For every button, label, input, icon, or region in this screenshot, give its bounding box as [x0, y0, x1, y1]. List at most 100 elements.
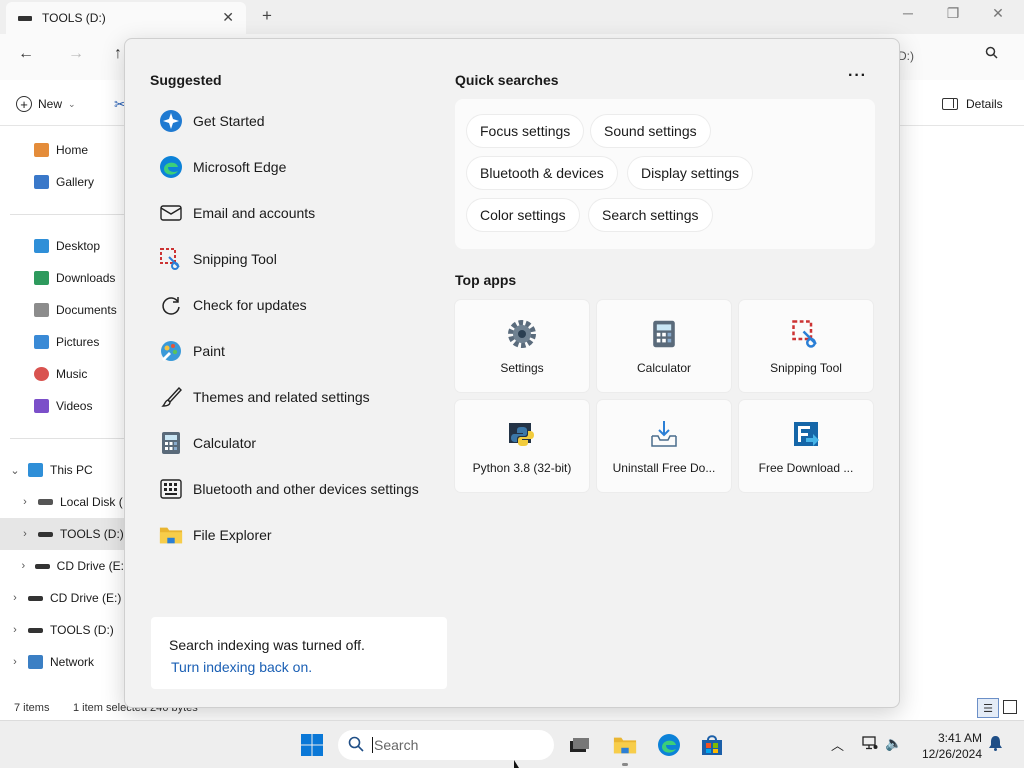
- sidebar-item-music[interactable]: Music: [0, 358, 124, 390]
- sidebar-item-videos[interactable]: Videos: [0, 390, 124, 422]
- suggestion-microsoft-edge[interactable]: Microsoft Edge: [159, 149, 445, 185]
- chevron-down-icon[interactable]: ⌄: [8, 464, 22, 477]
- close-tab-icon[interactable]: ✕: [222, 9, 234, 26]
- top-app-settings[interactable]: Settings: [455, 300, 589, 392]
- keyboard-icon: [159, 477, 183, 501]
- suggestion-themes[interactable]: Themes and related settings: [159, 379, 445, 415]
- python-icon: [506, 418, 538, 450]
- network-status-icon[interactable]: [862, 736, 878, 753]
- file-explorer-taskbar-icon[interactable]: [613, 733, 637, 757]
- suggestion-label: Bluetooth and other devices settings: [193, 481, 419, 497]
- edge-taskbar-icon[interactable]: [657, 733, 681, 757]
- forward-button[interactable]: →: [68, 45, 84, 63]
- quick-search-display-settings[interactable]: Display settings: [628, 157, 753, 189]
- close-window-button[interactable]: ✕: [978, 5, 1018, 22]
- sidebar-item-this-pc[interactable]: ⌄ This PC: [0, 454, 124, 486]
- mail-icon: [159, 201, 183, 225]
- calculator-icon: [159, 431, 183, 455]
- new-tab-button[interactable]: +: [262, 6, 272, 26]
- windows-start-icon[interactable]: [300, 733, 324, 757]
- up-button[interactable]: ↑: [114, 45, 122, 63]
- sidebar-item-home[interactable]: Home: [0, 134, 124, 166]
- videos-icon: [34, 399, 49, 413]
- sidebar-item-pictures[interactable]: Pictures: [0, 326, 124, 358]
- sidebar-item-tools-drive[interactable]: › TOOLS (D:): [0, 518, 124, 550]
- item-count: 7 items: [14, 702, 50, 714]
- suggestion-get-started[interactable]: Get Started: [159, 103, 445, 139]
- sidebar-item-label: Network: [50, 655, 95, 669]
- top-app-label: Settings: [500, 361, 544, 375]
- top-app-uninstall-free-download[interactable]: Uninstall Free Do...: [597, 400, 731, 492]
- suggestion-bluetooth-devices[interactable]: Bluetooth and other devices settings: [159, 471, 459, 507]
- top-apps-heading: Top apps: [455, 272, 517, 288]
- sidebar-item-local-disk[interactable]: › Local Disk (: [0, 486, 124, 518]
- pictures-icon: [34, 335, 49, 349]
- top-app-calculator[interactable]: Calculator: [597, 300, 731, 392]
- suggestion-snipping-tool[interactable]: Snipping Tool: [159, 241, 445, 277]
- top-app-python[interactable]: Python 3.8 (32-bit): [455, 400, 589, 492]
- details-view-button[interactable]: ☰: [977, 698, 999, 718]
- gallery-icon: [34, 175, 49, 189]
- chevron-right-icon[interactable]: ›: [8, 624, 22, 636]
- sidebar-item-desktop[interactable]: Desktop: [0, 230, 124, 262]
- sidebar-item-downloads[interactable]: Downloads: [0, 262, 124, 294]
- chevron-right-icon[interactable]: ›: [18, 560, 29, 572]
- chevron-up-icon[interactable]: ︿: [831, 735, 844, 754]
- suggestion-calculator[interactable]: Calculator: [159, 425, 445, 461]
- search-icon: [348, 736, 364, 755]
- top-app-free-download[interactable]: Free Download ...: [739, 400, 873, 492]
- top-app-label: Free Download ...: [758, 461, 854, 475]
- turn-indexing-on-link[interactable]: Turn indexing back on.: [171, 659, 312, 675]
- title-bar: TOOLS (D:) ✕ + ─ ❐ ✕: [0, 0, 1024, 34]
- maximize-button[interactable]: ❐: [933, 5, 973, 22]
- sidebar-item-tools-drive-root[interactable]: › TOOLS (D:): [0, 614, 124, 646]
- volume-icon[interactable]: 🔈: [885, 735, 902, 752]
- suggestion-check-updates[interactable]: Check for updates: [159, 287, 445, 323]
- details-pane-icon: [942, 98, 958, 110]
- pc-icon: [28, 463, 43, 477]
- notification-bell-icon[interactable]: [988, 735, 1003, 755]
- tiles-view-button[interactable]: [1003, 700, 1017, 714]
- chevron-right-icon[interactable]: ›: [18, 528, 32, 540]
- chevron-right-icon[interactable]: ›: [8, 592, 22, 604]
- suggestion-email-accounts[interactable]: Email and accounts: [159, 195, 445, 231]
- snipping-tool-icon: [790, 318, 822, 350]
- sidebar-item-cd-drive-root[interactable]: › CD Drive (E:): [0, 582, 124, 614]
- taskbar-search-input[interactable]: Search: [338, 730, 554, 760]
- top-app-label: Snipping Tool: [770, 361, 842, 375]
- chevron-right-icon[interactable]: ›: [8, 656, 22, 668]
- sidebar-item-network[interactable]: › Network: [0, 646, 124, 678]
- quick-search-focus-settings[interactable]: Focus settings: [467, 115, 584, 147]
- task-view-icon[interactable]: [567, 733, 591, 757]
- store-taskbar-icon[interactable]: [700, 733, 724, 757]
- mouse-cursor: [514, 760, 519, 768]
- quick-search-search-settings[interactable]: Search settings: [589, 199, 712, 231]
- quick-search-sound-settings[interactable]: Sound settings: [591, 115, 710, 147]
- minimize-button[interactable]: ─: [888, 5, 928, 21]
- back-button[interactable]: ←: [18, 45, 34, 63]
- navigation-pane: Home Gallery Desktop Downloads Documents…: [0, 130, 124, 690]
- search-flyout: Suggested Get Started Microsoft Edge Ema…: [124, 38, 900, 708]
- more-options-button[interactable]: ···: [848, 67, 867, 85]
- details-button[interactable]: Details: [942, 97, 1003, 111]
- drive-icon: [18, 15, 32, 21]
- top-app-snipping-tool[interactable]: Snipping Tool: [739, 300, 873, 392]
- search-icon[interactable]: [985, 46, 998, 62]
- suggestion-paint[interactable]: Paint: [159, 333, 445, 369]
- sidebar-item-cd-drive[interactable]: › CD Drive (E:: [0, 550, 124, 582]
- sidebar-item-gallery[interactable]: Gallery: [0, 166, 124, 198]
- quick-search-color-settings[interactable]: Color settings: [467, 199, 579, 231]
- documents-icon: [34, 303, 49, 317]
- system-clock[interactable]: 3:41 AM 12/26/2024: [912, 730, 982, 762]
- sidebar-item-label: Music: [56, 367, 88, 381]
- quick-search-bluetooth-devices[interactable]: Bluetooth & devices: [467, 157, 617, 189]
- suggestion-file-explorer[interactable]: File Explorer: [159, 517, 445, 553]
- tab-tools-drive[interactable]: TOOLS (D:) ✕: [6, 2, 246, 34]
- sidebar-item-label: TOOLS (D:): [50, 623, 114, 637]
- address-bar-text[interactable]: D:): [898, 49, 914, 63]
- chevron-right-icon[interactable]: ›: [18, 496, 32, 508]
- suggestion-label: Get Started: [193, 113, 265, 129]
- new-button[interactable]: + New ⌄: [16, 96, 76, 112]
- suggestion-label: Calculator: [193, 435, 257, 451]
- sidebar-item-documents[interactable]: Documents: [0, 294, 124, 326]
